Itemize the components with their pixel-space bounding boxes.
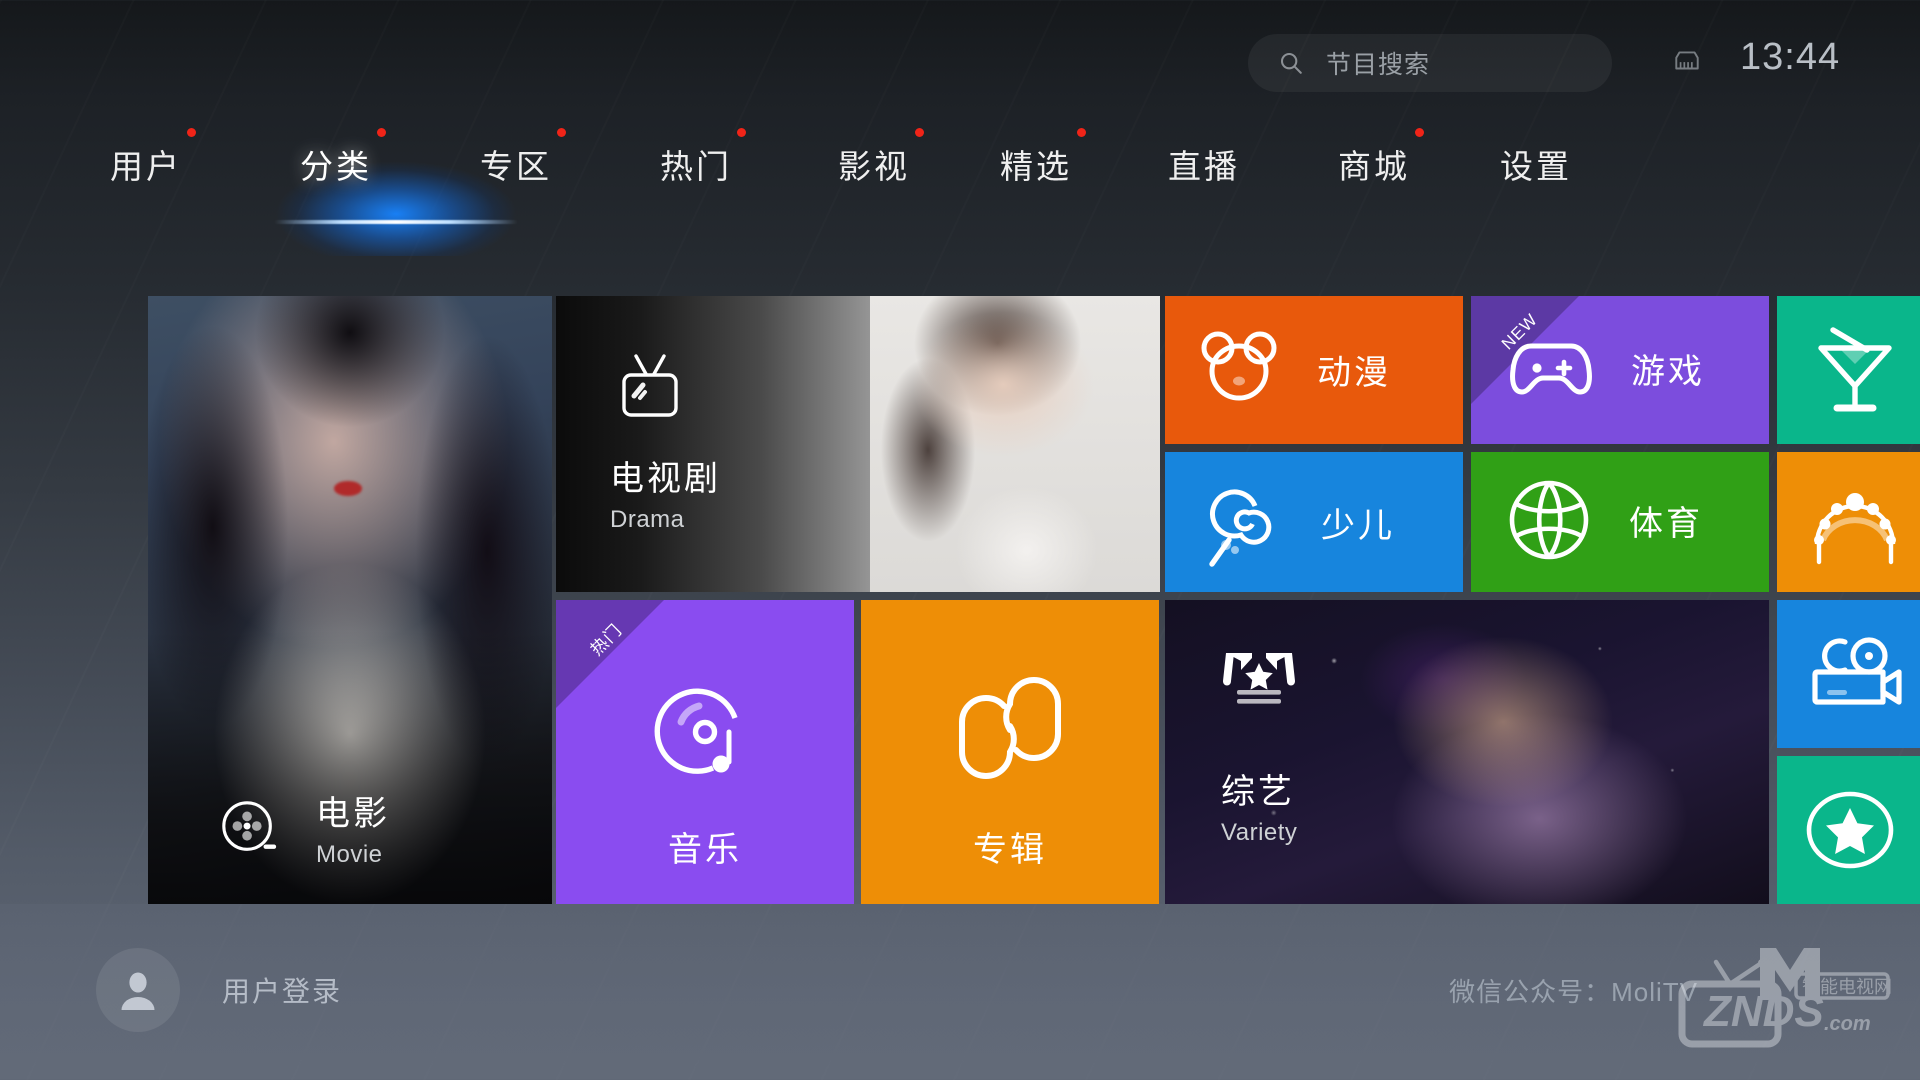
cocktail-icon [1818,327,1892,412]
tile-drama[interactable]: 电视剧 Drama [556,296,1160,592]
lollipop-icon [1209,489,1272,567]
tile-variety-label-en: Variety [1221,819,1298,846]
basketball-icon [1509,480,1589,560]
nav-item-badge-dot [377,128,386,137]
nav-item-badge-dot [1415,128,1424,137]
nav-item-badge-dot [1077,128,1086,137]
retro-tv-icon [622,354,678,417]
nav-item-label: 直播 [1168,148,1240,185]
tile-game-label: 游戏 [1631,352,1705,391]
nav-item-1[interactable]: 分类 [300,128,386,185]
nav-item-5[interactable]: 精选 [1000,128,1086,185]
tile-variety-label-cn: 综艺 [1221,773,1295,811]
tile-park[interactable] [1777,452,1920,592]
video-camera-icon [1812,637,1902,705]
nav-item-7[interactable]: 商城 [1338,128,1424,185]
clock: 13:44 [1740,36,1841,78]
avatar[interactable] [96,948,180,1032]
login-label[interactable]: 用户登录 [222,970,342,1010]
tile-music[interactable]: 热门 音乐 [556,600,854,904]
nav-item-label: 热门 [660,148,732,185]
vinyl-note-icon [654,688,738,774]
tile-star[interactable] [1777,756,1920,904]
top-bar: 节目搜索 13:44 [0,0,1920,110]
variety-photo [1165,600,1769,904]
nav-item-0[interactable]: 用户 [110,128,196,185]
search-placeholder: 节目搜索 [1326,51,1431,79]
category-tile-grid: 电影 Movie 电视剧 Drama 动漫 NEW 游戏 少儿 体育 热门 音乐… [0,296,1920,904]
nav-item-label: 用户 [110,148,182,185]
nav-item-badge-dot [557,128,566,137]
tile-movie[interactable]: 电影 Movie [148,296,552,904]
nav-item-label: 影视 [838,148,910,185]
star-circle-icon [1806,791,1894,869]
film-reel-icon [222,800,277,851]
tile-movie-label-en: Movie [316,841,383,868]
nav-item-label: 设置 [1500,148,1572,185]
mouse-head-icon [1201,331,1277,401]
gamepad-icon [1510,343,1592,395]
nav-item-label: 专区 [480,148,552,185]
tile-drama-label-cn: 电视剧 [610,460,721,498]
nav-item-label: 分类 [300,148,372,185]
tile-album-label: 专辑 [973,831,1047,869]
tile-music-label: 音乐 [668,831,742,869]
linked-rings-icon [959,676,1061,780]
znds-watermark: ZNDS .com 智能电视网 [1678,948,1892,1048]
hot-ribbon-label: 热门 [586,620,626,660]
nav-item-badge-dot [187,128,196,137]
search-icon [1280,52,1302,74]
search-input[interactable]: 节目搜索 [1248,34,1612,92]
tile-album[interactable]: 专辑 [861,600,1159,904]
nav-item-3[interactable]: 热门 [660,128,746,185]
tile-drink[interactable] [1777,296,1920,444]
ferris-wheel-icon [1814,493,1896,565]
ethernet-icon[interactable] [1672,48,1702,74]
nav-item-badge-dot [737,128,746,137]
stage-star-icon [1223,653,1295,704]
user-avatar-icon [121,972,155,1010]
tile-sports-label: 体育 [1629,504,1703,543]
tile-drama-label-en: Drama [610,506,685,533]
tile-kids-label: 少儿 [1321,506,1395,545]
tile-variety[interactable]: 综艺 Variety [1165,600,1769,904]
tile-sports[interactable]: 体育 [1471,452,1769,592]
tile-anime[interactable]: 动漫 [1165,296,1463,444]
svg-text:.com: .com [1824,1013,1871,1035]
svg-text:智能电视网: 智能电视网 [1802,977,1892,997]
main-navigation: 用户 分类 专区 热门 影视 精选 直播 商城 设置 [0,106,1920,256]
nav-item-8[interactable]: 设置 [1500,150,1572,183]
nav-item-4[interactable]: 影视 [838,128,924,185]
nav-item-2[interactable]: 专区 [480,128,566,185]
nav-item-label: 商城 [1338,148,1410,185]
nav-item-6[interactable]: 直播 [1168,150,1240,183]
nav-item-badge-dot [915,128,924,137]
tile-movie-label-cn: 电影 [316,795,390,833]
bottom-bar: 用户登录 微信公众号：MoliTV ZNDS .com 智能电视网 [0,904,1920,1080]
tile-anime-label: 动漫 [1317,353,1391,392]
tile-camera[interactable] [1777,600,1920,748]
tile-game[interactable]: NEW 游戏 [1471,296,1769,444]
drama-photo [870,296,1160,592]
tile-kids[interactable]: 少儿 [1165,452,1463,592]
nav-item-label: 精选 [1000,148,1072,185]
